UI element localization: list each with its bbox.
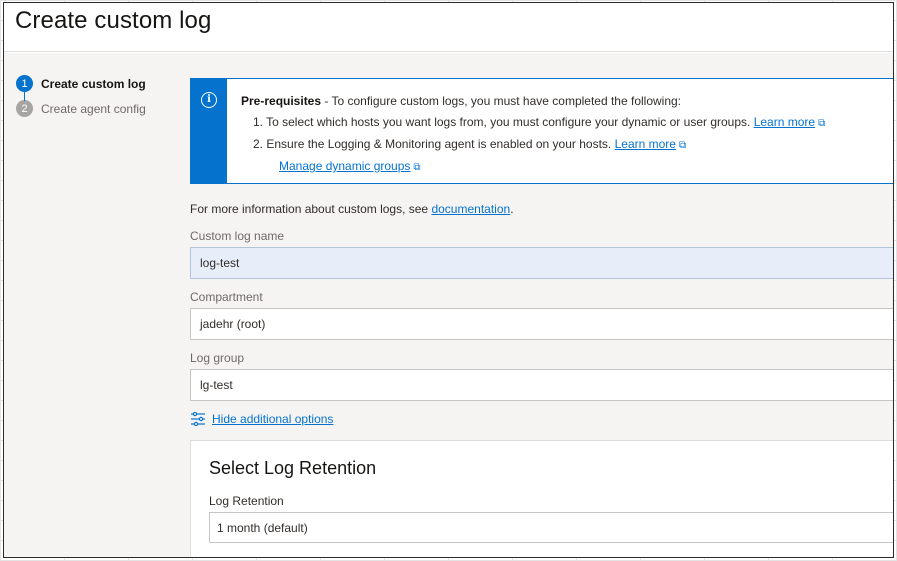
compartment-label: Compartment (190, 290, 263, 304)
prerequisites-notice: i Pre-requisites - To configure custom l… (190, 78, 893, 184)
log-retention-value: 1 month (default) (217, 520, 308, 535)
step-connector (24, 92, 25, 101)
log-group-select[interactable]: lg-test (190, 369, 893, 401)
external-link-icon: ⧉ (413, 162, 421, 173)
custom-log-name-value: log-test (200, 256, 240, 270)
notice-item-text: 2. Ensure the Logging & Monitoring agent… (253, 137, 612, 151)
info-icon: i (201, 92, 217, 108)
step-label: Create agent config (41, 101, 146, 116)
notice-item-text: 1. To select which hosts you want logs f… (253, 115, 751, 129)
page-title: Create custom log (15, 7, 212, 34)
notice-body: Pre-requisites - To configure custom log… (227, 79, 825, 183)
log-retention-label: Log Retention (209, 494, 284, 508)
learn-more-link-agent[interactable]: Learn more (615, 137, 676, 151)
more-info-text: For more information about custom logs, … (190, 202, 893, 218)
notice-title: Pre-requisites (241, 94, 322, 108)
external-link-icon: ⧉ (818, 118, 826, 129)
log-retention-title: Select Log Retention (209, 458, 377, 478)
log-retention-select[interactable]: 1 month (default) (209, 512, 893, 543)
more-info-label: For more information about custom logs, … (190, 202, 432, 216)
external-link-icon: ⧉ (678, 140, 687, 151)
notice-item-1: 1. To select which hosts you want logs f… (253, 112, 825, 134)
manage-dynamic-groups-link[interactable]: Manage dynamic groups (279, 159, 410, 173)
notice-item-2: 2. Ensure the Logging & Monitoring agent… (253, 134, 825, 156)
step-create-agent-config[interactable]: 2 Create agent config (16, 96, 146, 121)
step-label: Create custom log (41, 76, 146, 91)
notice-item-manage: Manage dynamic groups ⧉ (253, 156, 825, 178)
log-retention-panel: Select Log Retention Log Retention 1 mon… (190, 440, 893, 557)
step-create-custom-log[interactable]: 1 Create custom log (16, 71, 146, 96)
more-info-end: . (510, 202, 514, 216)
hide-additional-options-link[interactable]: Hide additional options (212, 412, 333, 426)
notice-heading: Pre-requisites - To configure custom log… (241, 91, 825, 112)
notice-list: 1. To select which hosts you want logs f… (241, 112, 825, 178)
main-form: i Pre-requisites - To configure custom l… (190, 78, 893, 557)
documentation-link[interactable]: documentation (431, 202, 510, 216)
custom-log-name-label: Custom log name (190, 229, 285, 243)
notice-intro: - To configure custom logs, you must hav… (321, 94, 682, 108)
sliders-icon (191, 412, 205, 426)
page-header: Create custom log (4, 3, 893, 52)
learn-more-link-groups[interactable]: Learn more (754, 115, 815, 129)
custom-log-name-input[interactable]: log-test (190, 247, 893, 279)
console-window: Create custom log 1 Create custom log 2 … (3, 2, 894, 558)
log-group-value: lg-test (200, 378, 233, 392)
compartment-value: jadehr (root) (200, 317, 266, 331)
compartment-select[interactable]: jadehr (root) (190, 308, 893, 340)
hide-options-toggle[interactable]: Hide additional options (190, 411, 893, 427)
notice-bar: i (191, 79, 227, 183)
log-group-label: Log group (190, 351, 245, 365)
step-number: 2 (16, 100, 33, 117)
content-area: 1 Create custom log 2 Create agent confi… (4, 53, 893, 557)
wizard-steps: 1 Create custom log 2 Create agent confi… (16, 71, 146, 121)
step-number: 1 (16, 75, 33, 92)
